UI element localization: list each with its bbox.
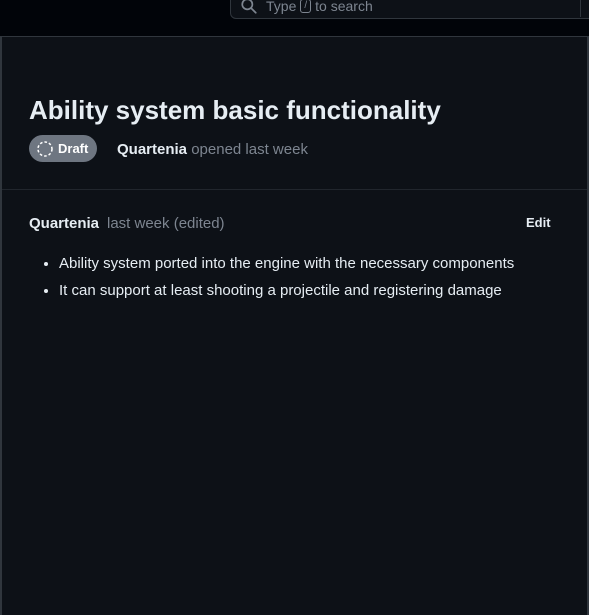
author-link[interactable]: Quartenia [117, 141, 187, 158]
status-badge-label: Draft [58, 141, 89, 156]
comment-author-link[interactable]: Quartenia [29, 215, 99, 232]
search-divider [580, 0, 581, 17]
pull-request-header: Ability system basic functionality Draft… [2, 37, 587, 190]
search-placeholder: Type / to search [266, 0, 373, 14]
search-placeholder-suffix: to search [315, 0, 373, 14]
comment-body: Ability system ported into the engine wi… [29, 255, 569, 309]
comment-body-list: Ability system ported into the engine wi… [29, 255, 569, 300]
pull-request-meta: Quartenia opened last week [117, 141, 308, 158]
opened-text: opened last week [191, 141, 308, 158]
search-icon [241, 0, 257, 14]
top-navigation-bar: Type / to search [0, 0, 589, 37]
page-title: Ability system basic functionality [29, 95, 441, 125]
search-placeholder-prefix: Type [266, 0, 297, 14]
edit-button[interactable]: Edit [522, 213, 555, 232]
status-badge: Draft [29, 135, 98, 162]
pull-request-panel: Ability system basic functionality Draft… [0, 37, 589, 615]
comment-timestamp[interactable]: last week (edited) [107, 215, 225, 232]
list-item: Ability system ported into the engine wi… [59, 255, 569, 273]
draft-pr-icon [37, 140, 53, 157]
search-shortcut-key: / [300, 0, 312, 13]
list-item: It can support at least shooting a proje… [59, 282, 569, 300]
search-input[interactable]: Type / to search [230, 0, 589, 19]
